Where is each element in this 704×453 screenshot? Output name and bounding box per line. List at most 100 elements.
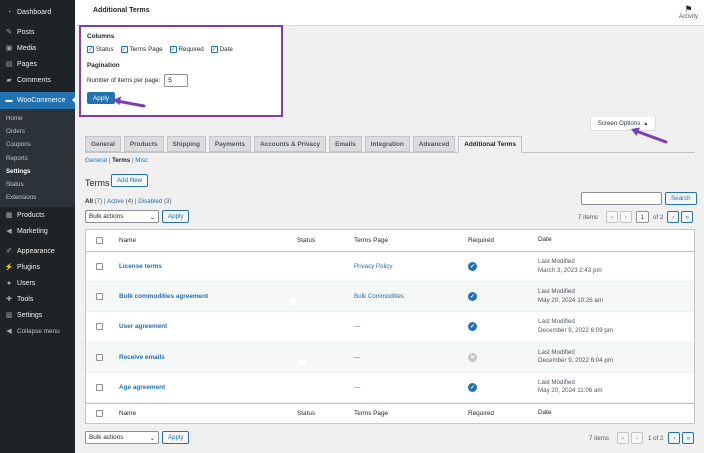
submenu-item-status[interactable]: Status	[0, 178, 75, 191]
column-toggle-terms-page[interactable]: ✓ Terms Page	[120, 46, 163, 53]
section-link-general[interactable]: General	[85, 157, 107, 164]
tab-products[interactable]: Products	[123, 136, 164, 152]
column-header-date[interactable]: Date	[538, 236, 694, 245]
row-checkbox[interactable]	[96, 383, 103, 391]
tab-integration[interactable]: Integration	[364, 136, 410, 152]
view-label: Disabled	[138, 198, 163, 205]
screen-options-apply-button[interactable]: Apply	[87, 92, 115, 104]
submenu-item-settings[interactable]: Settings	[0, 165, 75, 178]
view-disabled-link[interactable]: Disabled (3)	[138, 198, 171, 205]
next-page-button[interactable]: ›	[667, 211, 680, 223]
column-footer-terms-page: Terms Page	[354, 409, 389, 417]
sidebar-item-media[interactable]: ▣ Media	[0, 40, 75, 56]
sidebar-item-products[interactable]: ▦ Products	[0, 207, 75, 223]
tab-shipping[interactable]: Shipping	[166, 136, 206, 152]
tab-general[interactable]: General	[85, 136, 121, 152]
row-checkbox[interactable]	[96, 323, 103, 331]
row-checkbox[interactable]	[96, 353, 103, 361]
date-value: December 9, 2022 6:09 pm	[538, 326, 613, 334]
column-toggle-label: Terms Page	[129, 46, 163, 53]
sidebar-item-posts[interactable]: ✎ Posts	[0, 24, 75, 40]
flag-icon: ⚑	[684, 4, 693, 14]
activity-button[interactable]: ⚑ Activity	[679, 4, 698, 20]
toggle-knob	[298, 328, 306, 336]
screen-options-label: Screen Options	[597, 120, 641, 127]
column-toggle-required[interactable]: ✓ Required	[169, 46, 204, 53]
settings-content: General Products Shipping Payments Accou…	[75, 117, 704, 453]
row-checkbox[interactable]	[96, 293, 103, 301]
sidebar-item-tools[interactable]: ✚ Tools	[0, 291, 75, 307]
sidebar-item-appearance[interactable]: ✐ Appearance	[0, 243, 75, 259]
submenu-item-reports[interactable]: Reports	[0, 152, 75, 165]
term-name-link[interactable]: Receive emails	[119, 354, 165, 361]
per-page-input[interactable]	[164, 74, 189, 87]
date-value: March 3, 2023 2:43 pm	[538, 266, 602, 274]
sidebar-item-woocommerce[interactable]: ▬ WooCommerce	[0, 92, 76, 109]
tab-accounts-privacy[interactable]: Accounts & Privacy	[254, 136, 327, 152]
view-active-link[interactable]: Active (4)	[107, 198, 133, 205]
separator: |	[103, 198, 106, 205]
view-count: (3)	[164, 198, 172, 205]
select-all-checkbox[interactable]	[96, 409, 103, 417]
submenu-item-extensions[interactable]: Extensions	[0, 191, 75, 204]
sidebar-item-settings[interactable]: ▥ Settings	[0, 307, 75, 323]
sidebar-item-dashboard[interactable]: ◔ Dashboard	[0, 4, 75, 20]
add-new-button[interactable]: Add New	[111, 174, 149, 187]
column-toggle-status[interactable]: ✓ Status	[87, 46, 114, 53]
term-name-link[interactable]: License terms	[119, 263, 162, 270]
section-link-terms[interactable]: Terms	[112, 157, 130, 164]
sidebar-item-label: Plugins	[17, 263, 40, 271]
table-header-row: Name Status Terms Page Required Date	[86, 230, 694, 252]
woocommerce-icon: ▬	[5, 97, 13, 104]
sidebar-item-label: Marketing	[17, 227, 48, 235]
term-name-link[interactable]: Age agreement	[119, 384, 165, 391]
collapse-menu-button[interactable]: ◀ Collapse menu	[0, 323, 75, 339]
column-toggle-date[interactable]: ✓ Date	[210, 46, 233, 53]
search-button[interactable]: Search	[665, 192, 697, 205]
status-views: All (7) | Active (4) | Disabled (3)	[85, 198, 172, 205]
sidebar-item-users[interactable]: ● Users	[0, 275, 75, 291]
submenu-item-coupons[interactable]: Coupons	[0, 138, 75, 151]
term-name-link[interactable]: Bulk commodities agreement	[119, 293, 208, 300]
search-input[interactable]	[581, 192, 662, 205]
next-page-button[interactable]: ›	[668, 432, 681, 444]
bulk-actions-select-top[interactable]: Bulk actions ⌄	[85, 210, 159, 223]
sidebar-item-plugins[interactable]: ⚡ Plugins	[0, 259, 75, 275]
terms-page-link[interactable]: Bulk Commodities	[354, 293, 404, 300]
tab-additional-terms[interactable]: Additional Terms	[458, 136, 523, 153]
bulk-actions-select-bottom[interactable]: Bulk actions ⌄	[85, 431, 159, 444]
row-checkbox[interactable]	[96, 263, 103, 271]
submenu-item-home[interactable]: Home	[0, 112, 75, 125]
bulk-apply-button-bottom[interactable]: Apply	[162, 431, 190, 444]
submenu-item-orders[interactable]: Orders	[0, 125, 75, 138]
sidebar-item-comments[interactable]: ▰ Comments	[0, 72, 75, 88]
select-all-checkbox[interactable]	[96, 237, 103, 244]
marketing-icon: ◀	[6, 228, 12, 236]
sidebar-item-marketing[interactable]: ◀ Marketing	[0, 223, 75, 239]
column-footer-status: Status	[297, 409, 316, 417]
last-page-button[interactable]: »	[681, 211, 694, 223]
current-page-input[interactable]: 1	[635, 211, 649, 223]
x-circle-icon: ✕	[468, 352, 477, 362]
term-name-link[interactable]: User agreement	[119, 323, 167, 330]
sidebar-item-pages[interactable]: ▤ Pages	[0, 56, 75, 72]
tab-emails[interactable]: Emails	[329, 136, 362, 152]
last-page-button[interactable]: »	[682, 432, 695, 444]
column-footer-date[interactable]: Date	[538, 409, 694, 418]
column-header-name[interactable]: Name	[119, 237, 297, 244]
prev-page-button: ‹	[630, 432, 643, 444]
bulk-apply-button-top[interactable]: Apply	[162, 210, 190, 223]
check-circle-icon: ✓	[468, 322, 477, 332]
section-links: General | Terms | Misc	[85, 157, 148, 164]
tab-payments[interactable]: Payments	[208, 136, 252, 152]
section-link-misc[interactable]: Misc	[135, 157, 148, 164]
view-count: (4)	[125, 198, 134, 205]
sidebar-item-label: Appearance	[17, 247, 55, 255]
terms-page-link: —	[354, 383, 361, 391]
column-footer-name[interactable]: Name	[119, 410, 297, 417]
terms-page-link[interactable]: Privacy Policy	[354, 263, 393, 270]
view-all-link[interactable]: All (7)	[85, 198, 102, 205]
tab-advanced[interactable]: Advanced	[412, 136, 456, 152]
date-label: Last Modified	[538, 348, 575, 356]
column-header-required: Required	[468, 237, 494, 244]
